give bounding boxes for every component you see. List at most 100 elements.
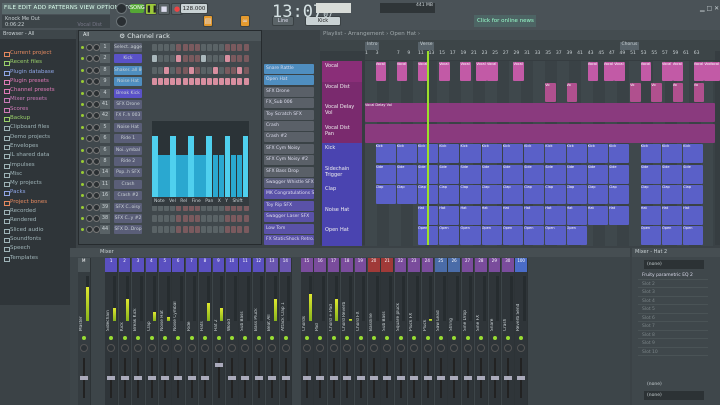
step-button[interactable] bbox=[164, 66, 170, 74]
channel-name-button[interactable]: Ride 1 bbox=[114, 134, 142, 144]
pattern-clip[interactable]: Side bbox=[640, 164, 661, 184]
pattern-clip[interactable]: Kick bbox=[375, 144, 396, 163]
browser-item[interactable]: Misc bbox=[0, 170, 76, 179]
step-button[interactable] bbox=[170, 55, 176, 63]
channel-pan-knob[interactable] bbox=[86, 169, 93, 177]
fader-handle[interactable] bbox=[161, 376, 169, 380]
browser-item[interactable]: Soundfonts bbox=[0, 235, 76, 244]
pattern-clip[interactable]: Clap bbox=[502, 185, 524, 204]
mute-toggle[interactable] bbox=[136, 336, 141, 340]
mute-toggle[interactable] bbox=[216, 336, 221, 340]
mixer-strip[interactable]: 10 Wood bbox=[226, 258, 239, 405]
step-button[interactable] bbox=[164, 215, 170, 222]
fader-handle[interactable] bbox=[490, 376, 499, 380]
picker-item[interactable]: SFX Bass Drop bbox=[264, 166, 314, 177]
step-button[interactable] bbox=[182, 44, 188, 51]
step-button[interactable] bbox=[158, 55, 164, 63]
pattern-clip[interactable]: Clap bbox=[375, 185, 396, 204]
step-button[interactable] bbox=[231, 66, 237, 74]
pattern-clip[interactable]: Vocal bbox=[587, 62, 599, 81]
step-button[interactable] bbox=[206, 215, 212, 222]
bar-number[interactable]: 15 bbox=[439, 51, 445, 56]
fader-handle[interactable] bbox=[80, 376, 88, 380]
mixer-strip[interactable]: 5 Noise Hat bbox=[159, 258, 172, 405]
channel-name-button[interactable]: Noi..ymbal bbox=[114, 145, 142, 155]
mute-toggle[interactable] bbox=[243, 336, 248, 340]
channel-volume-knob[interactable] bbox=[93, 146, 100, 154]
sidechain-select[interactable]: (none) bbox=[644, 380, 704, 389]
pattern-clip[interactable]: Vocal bbox=[693, 62, 705, 81]
step-button[interactable] bbox=[152, 55, 157, 63]
window-controls[interactable]: ▁ □ ✕ bbox=[700, 5, 719, 12]
pattern-clip[interactable]: Hat bbox=[481, 205, 502, 225]
mixer-track-number[interactable]: 44 bbox=[100, 225, 110, 235]
velocity-bar[interactable] bbox=[188, 136, 194, 197]
channel-pan-knob[interactable] bbox=[86, 123, 93, 131]
channel-row[interactable]: 42 FX F..h 003 bbox=[79, 110, 261, 121]
mixer-strip[interactable]: M Master bbox=[78, 258, 91, 405]
mixer-track-number[interactable]: 41 bbox=[100, 100, 110, 109]
effect-slot[interactable]: Slot 9 bbox=[638, 340, 708, 348]
stop-button[interactable]: ■ bbox=[158, 3, 170, 15]
fader-handle[interactable] bbox=[396, 376, 405, 380]
track-header[interactable]: Noise Hat bbox=[322, 204, 362, 226]
pattern-clip[interactable]: Hat bbox=[545, 205, 566, 225]
channel-pan-knob[interactable] bbox=[86, 55, 93, 63]
pan-knob[interactable] bbox=[134, 344, 143, 352]
pattern-clip[interactable]: Kick bbox=[566, 144, 587, 163]
pattern-clip[interactable]: Kick bbox=[481, 144, 502, 163]
fader-handle[interactable] bbox=[329, 376, 338, 380]
channel-volume-knob[interactable] bbox=[93, 78, 100, 86]
fader-handle[interactable] bbox=[120, 376, 129, 380]
effect-slot[interactable]: Slot 4 bbox=[638, 298, 708, 305]
mute-toggle[interactable] bbox=[439, 336, 443, 340]
pattern-clip[interactable]: Clap bbox=[661, 185, 683, 204]
step-button[interactable] bbox=[243, 215, 249, 222]
track-header[interactable]: Vocal Dist bbox=[322, 81, 362, 103]
pattern-clip[interactable]: Vo bbox=[566, 82, 578, 102]
browser-item[interactable]: Recorded bbox=[0, 207, 76, 216]
pattern-clip[interactable]: Kick bbox=[396, 144, 418, 163]
pattern-clip[interactable]: Hat bbox=[502, 205, 524, 225]
mute-toggle[interactable] bbox=[270, 336, 275, 340]
pattern-clip[interactable]: Vocal bbox=[476, 62, 487, 81]
step-button[interactable] bbox=[213, 66, 218, 74]
step-button[interactable] bbox=[225, 78, 231, 86]
pattern-clip[interactable]: Vocal bbox=[460, 62, 472, 81]
step-button[interactable] bbox=[206, 78, 212, 86]
automation-clip[interactable]: Vocal Delay Vol bbox=[365, 103, 715, 122]
step-button[interactable] bbox=[188, 226, 194, 234]
mixer-strip[interactable]: 16 Pad bbox=[314, 258, 327, 405]
browser-item[interactable]: Recent files bbox=[0, 58, 76, 67]
channel-row[interactable]: 4 Break Kick bbox=[79, 88, 261, 99]
track-header[interactable]: Vocal bbox=[322, 61, 362, 82]
pattern-clip[interactable]: Vocal bbox=[640, 62, 652, 81]
browser-item[interactable]: Demo projects bbox=[0, 133, 76, 142]
velocity-bar[interactable] bbox=[224, 136, 231, 197]
pan-knob[interactable] bbox=[383, 344, 392, 352]
picker-item[interactable]: SFX Cym Noisy #2 bbox=[264, 155, 314, 166]
channel-led[interactable] bbox=[81, 125, 84, 129]
pattern-clip[interactable]: Clap bbox=[566, 185, 587, 204]
pan-knob[interactable] bbox=[517, 344, 526, 352]
mixer-strip[interactable]: 15 Chords bbox=[301, 258, 314, 405]
velocity-bar[interactable] bbox=[176, 155, 182, 197]
step-button[interactable] bbox=[231, 215, 237, 222]
bar-number[interactable]: 43 bbox=[588, 51, 594, 56]
bar-number[interactable]: 27 bbox=[503, 51, 509, 56]
mixer-strip[interactable]: 2 Kick bbox=[118, 258, 132, 405]
pattern-clip[interactable]: Clap bbox=[545, 185, 566, 204]
browser-item[interactable]: Scores bbox=[0, 105, 76, 114]
pan-knob[interactable] bbox=[80, 344, 88, 352]
pattern-clip[interactable]: Clap bbox=[683, 185, 704, 204]
pan-knob[interactable] bbox=[268, 344, 277, 352]
bar-number[interactable]: 55 bbox=[651, 51, 657, 56]
channel-name-button[interactable]: Crash bbox=[114, 179, 142, 189]
channel-name-button[interactable]: Noise Hat bbox=[114, 122, 142, 132]
picker-item[interactable]: FX StaticShock Retro... bbox=[264, 235, 314, 245]
browser-item[interactable]: Backup bbox=[0, 114, 76, 123]
mute-toggle[interactable] bbox=[492, 336, 497, 340]
step-button[interactable] bbox=[182, 66, 188, 74]
pattern-clip[interactable]: Kick bbox=[502, 144, 524, 163]
pattern-clip[interactable]: Vo bbox=[630, 82, 641, 102]
